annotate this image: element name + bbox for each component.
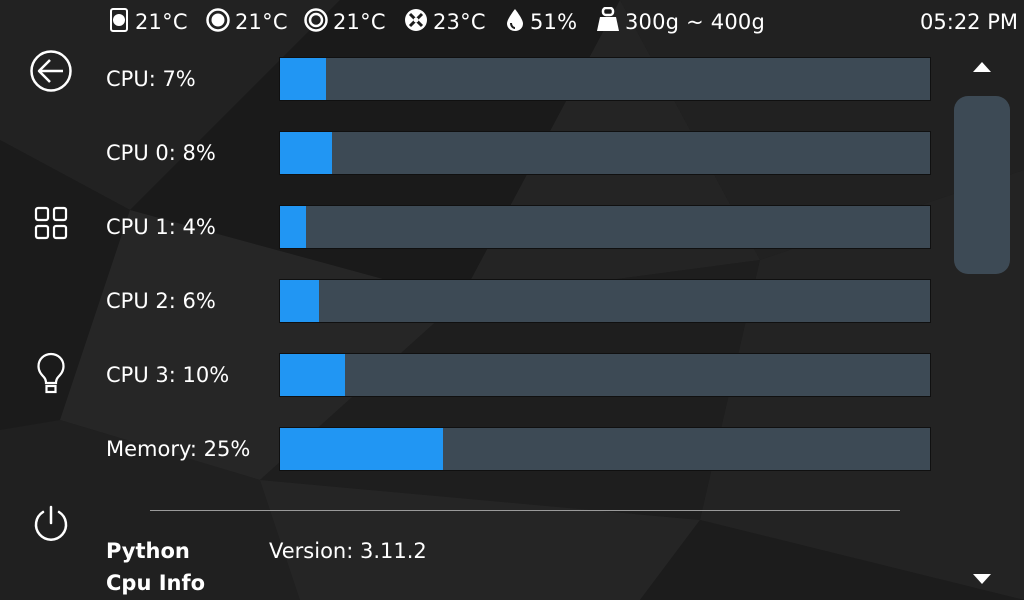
- menu-button[interactable]: [22, 196, 80, 254]
- back-arrow-icon: [29, 49, 73, 97]
- extruder-temp-value: 21°C: [135, 10, 188, 34]
- bed-icon: [206, 7, 235, 37]
- lightbulb-icon: [36, 352, 66, 398]
- triangle-down-icon: [973, 569, 991, 588]
- power-button[interactable]: [22, 497, 80, 555]
- humidity-value: 51%: [530, 10, 578, 34]
- bed-temp-status: 21°C: [206, 7, 288, 37]
- weight-icon: [596, 6, 625, 38]
- chamber-temp-value: 21°C: [333, 10, 386, 34]
- scroll-down-button[interactable]: [962, 566, 1002, 590]
- divider: [150, 510, 900, 511]
- extruder-temp-status: 21°C: [108, 7, 188, 37]
- weight-value: 300g ~ 400g: [625, 10, 765, 34]
- clock: 05:22 PM: [920, 10, 1018, 34]
- chamber-icon: [304, 7, 333, 37]
- back-button[interactable]: [22, 44, 80, 102]
- cpu-info-label: Cpu Info: [106, 571, 206, 595]
- weight-status: 300g ~ 400g: [596, 6, 765, 38]
- fan-temp-value: 23°C: [433, 10, 486, 34]
- python-version: Version: 3.11.2: [269, 539, 427, 563]
- extruder-icon: [108, 7, 135, 37]
- python-label: Python: [106, 539, 190, 563]
- fan-temp-status: 23°C: [404, 8, 486, 36]
- humidity-status: 51%: [505, 8, 577, 36]
- bed-temp-value: 21°C: [235, 10, 288, 34]
- scroll-up-button[interactable]: [962, 54, 1002, 78]
- chamber-temp-status: 21°C: [304, 7, 386, 37]
- power-icon: [31, 504, 71, 548]
- triangle-up-icon: [973, 57, 991, 76]
- fan-icon: [404, 8, 433, 37]
- light-button[interactable]: [22, 346, 80, 404]
- humidity-icon: [505, 8, 530, 37]
- status-bar: 21°C 21°C 21°C 23°C 51% 300g ~ 400g 05:2…: [0, 0, 1024, 44]
- grid-icon: [34, 206, 68, 244]
- scrollbar-thumb[interactable]: [954, 96, 1010, 274]
